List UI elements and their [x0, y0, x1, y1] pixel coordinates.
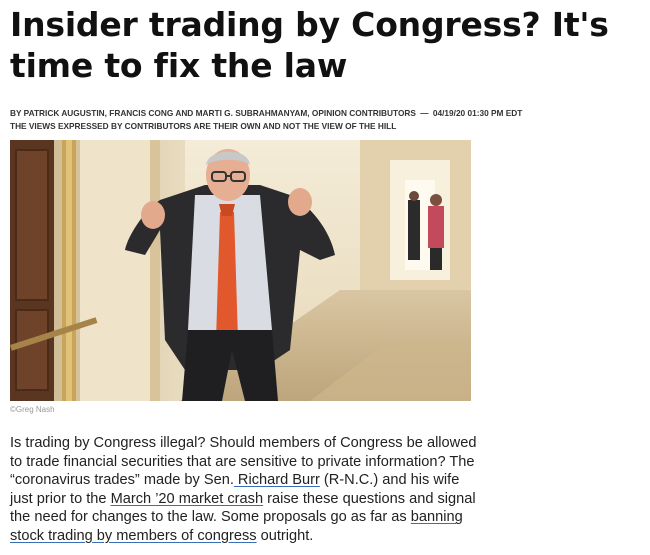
- link-march-market-crash[interactable]: March ’20 market crash: [111, 491, 263, 507]
- contributor-disclaimer: THE VIEWS EXPRESSED BY CONTRIBUTORS ARE …: [10, 121, 397, 131]
- byline-timestamp: 04/19/20 01:30 PM EDT: [432, 108, 523, 118]
- article-headline: Insider trading by Congress? It's time t…: [10, 5, 609, 85]
- link-richard-burr[interactable]: Richard Burr: [234, 472, 320, 488]
- photo-illustration: [10, 140, 471, 401]
- article-photo[interactable]: [10, 140, 471, 401]
- article-paragraph: Is trading by Congress illegal? Should m…: [10, 434, 480, 546]
- byline-separator: —: [420, 108, 429, 118]
- paragraph-text-4: outright.: [256, 527, 314, 544]
- photo-credit: ©Greg Nash: [10, 405, 55, 414]
- article-byline: BY PATRICK AUGUSTIN, FRANCIS CONG AND MA…: [10, 107, 646, 119]
- byline-authors: BY PATRICK AUGUSTIN, FRANCIS CONG AND MA…: [10, 108, 416, 118]
